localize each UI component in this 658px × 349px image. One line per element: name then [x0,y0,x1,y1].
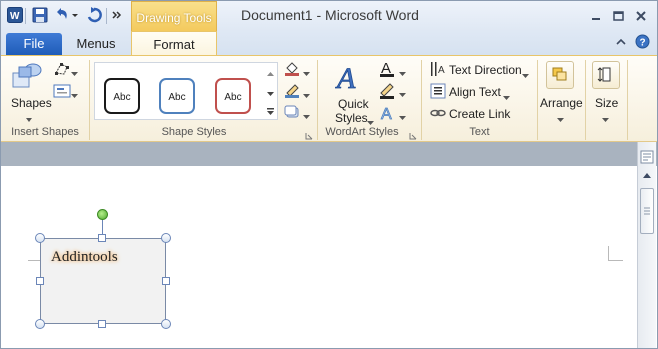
scroll-up-icon[interactable] [640,169,654,183]
text-outline-dropdown-icon[interactable] [399,87,406,97]
group-separator [585,60,586,140]
wordart-styles-group-label: WordArt Styles [325,126,399,138]
group-separator [317,60,318,140]
shapes-button-label[interactable]: Shapes [11,96,52,110]
gallery-scroll [264,62,278,120]
svg-text:A: A [381,106,392,122]
drawing-tools-context-label: Drawing Tools [131,1,217,33]
shapes-dropdown-icon[interactable] [25,112,33,122]
resize-handle-bottom[interactable] [98,320,106,328]
minimize-icon[interactable] [587,7,605,25]
resize-handle-top[interactable] [98,234,106,242]
text-fill-icon[interactable]: A [378,60,396,78]
word-app-icon[interactable]: W [7,7,23,23]
shape-style-black[interactable]: Abc [104,78,140,114]
resize-handle-top-left[interactable] [35,233,45,243]
text-direction-label[interactable]: Text Direction [449,63,522,77]
shape-fill-dropdown-icon[interactable] [303,66,310,76]
group-separator [89,60,90,140]
resize-handle-bottom-right[interactable] [161,319,171,329]
align-text-dropdown-icon[interactable] [503,90,510,100]
minimize-ribbon-icon[interactable] [615,36,627,48]
tab-format[interactable]: Format [131,31,217,57]
window-title: Document1 - Microsoft Word [241,7,419,23]
shape-styles-group-label: Shape Styles [161,126,227,138]
text-fill-dropdown-icon[interactable] [399,66,406,76]
resize-handle-left[interactable] [36,277,44,285]
quick-styles-icon[interactable]: A [335,60,365,96]
size-icon[interactable] [592,61,620,89]
text-box-dropdown-icon[interactable] [71,88,78,98]
help-icon[interactable]: ? [635,34,650,49]
insert-shapes-group-label: Insert Shapes [11,126,79,138]
customize-qat-icon[interactable] [111,7,123,23]
align-text-icon[interactable] [430,83,446,99]
margin-mark-right [608,246,623,261]
create-link-label[interactable]: Create Link [449,107,510,121]
edit-shape-dropdown-icon[interactable] [71,66,78,76]
edit-shape-icon[interactable] [53,61,71,77]
scrollbar-thumb[interactable] [640,188,654,234]
group-separator [627,60,628,140]
redo-icon[interactable] [86,7,102,23]
shape-styles-dialog-launcher-icon[interactable] [305,129,313,140]
rotate-handle[interactable] [97,209,108,220]
resize-handle-right[interactable] [162,277,170,285]
tab-menus[interactable]: Menus [65,33,127,55]
shape-styles-gallery: Abc Abc Abc [94,62,276,120]
svg-text:A: A [335,62,356,92]
shape-outline-dropdown-icon[interactable] [303,88,310,98]
group-separator [537,60,538,140]
text-box-shape[interactable]: Addintools [40,238,166,324]
resize-handle-bottom-left[interactable] [35,319,45,329]
quick-styles-dropdown-icon[interactable] [367,115,374,125]
text-outline-icon[interactable] [378,82,396,100]
ribbon-tab-row: File Menus Format ? [1,31,657,57]
shape-fill-icon[interactable] [284,61,300,77]
draw-text-box-icon[interactable] [53,83,71,99]
shape-style-red[interactable]: Abc [215,78,251,114]
arrange-icon[interactable] [546,61,574,89]
svg-text:W: W [10,11,20,22]
gallery-down-icon[interactable] [266,87,275,96]
create-link-icon[interactable] [430,105,446,121]
close-icon[interactable] [632,7,650,25]
quick-styles-label-line2[interactable]: Styles [335,111,368,125]
text-group-label: Text [469,126,490,138]
shape-outline-icon[interactable] [284,83,300,99]
shape-style-blue[interactable]: Abc [159,78,195,114]
align-text-label[interactable]: Align Text [449,85,501,99]
gallery-more-icon[interactable] [266,106,275,116]
svg-text:?: ? [640,38,646,49]
size-label[interactable]: Size [595,96,618,110]
gallery-up-icon[interactable] [266,67,275,76]
arrange-dropdown-icon[interactable] [557,112,564,122]
shape-effects-dropdown-icon[interactable] [303,109,310,119]
undo-icon[interactable] [54,7,70,23]
document-background [1,142,657,166]
quick-styles-label-line1[interactable]: Quick [338,97,369,111]
restore-icon[interactable] [609,7,627,25]
size-dropdown-icon[interactable] [602,112,609,122]
title-bar: W Drawing Tools Document1 - Microsoft Wo… [1,1,657,33]
text-direction-icon[interactable]: A [430,61,446,77]
shape-text[interactable]: Addintools [51,249,118,266]
shapes-gallery-icon[interactable] [11,61,43,93]
qat-separator [106,8,107,24]
wordart-dialog-launcher-icon[interactable] [409,129,417,140]
qat-separator [25,8,26,24]
text-effects-dropdown-icon[interactable] [399,110,406,120]
text-direction-dropdown-icon[interactable] [522,68,529,78]
tab-file[interactable]: File [6,33,62,55]
arrange-label[interactable]: Arrange [540,96,583,110]
vertical-scrollbar[interactable] [637,142,656,348]
ribbon-format: Shapes Insert Shapes Abc Abc Abc Shape S… [1,55,657,142]
view-ruler-icon[interactable] [640,150,654,164]
shape-effects-icon[interactable] [284,105,300,119]
svg-text:A: A [438,65,445,76]
resize-handle-top-right[interactable] [161,233,171,243]
save-icon[interactable] [32,7,48,23]
undo-dropdown-icon[interactable] [71,7,79,23]
text-effects-icon[interactable]: A [378,104,396,124]
